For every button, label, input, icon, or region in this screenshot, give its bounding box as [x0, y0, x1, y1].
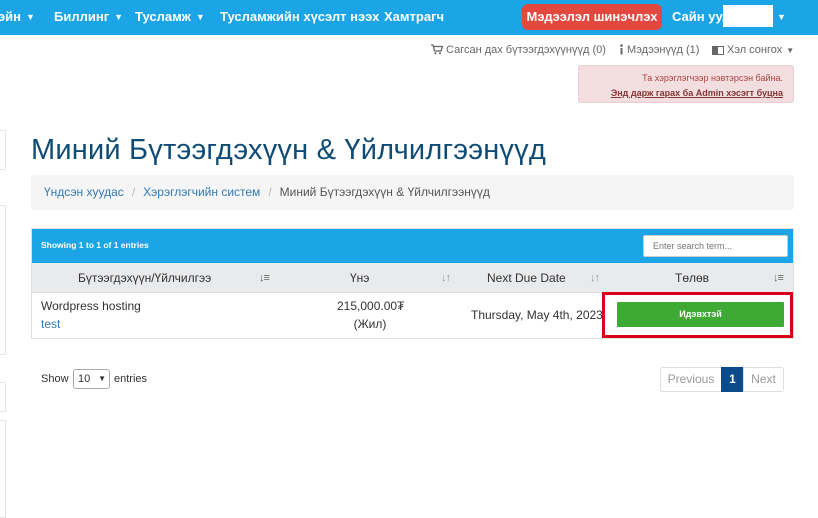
- chevron-down-icon[interactable]: ▼: [777, 0, 786, 34]
- nav-item-affiliates[interactable]: Хамтрагч: [384, 0, 444, 35]
- next-due-date: Thursday, May 4th, 2023: [471, 308, 603, 322]
- column-header-due-date[interactable]: Next Due Date: [487, 263, 566, 293]
- notifications-label: Мэдээнүүд (1): [627, 44, 700, 56]
- info-icon: [620, 44, 623, 55]
- entries-label: entries: [114, 373, 148, 385]
- column-header-product[interactable]: Бүтээгдэхүүн/Үйлчилгээ: [78, 263, 211, 293]
- product-name[interactable]: Wordpress hosting: [41, 299, 141, 313]
- column-header-status[interactable]: Төлөв: [675, 263, 709, 293]
- column-header-price[interactable]: Үнэ: [350, 263, 369, 293]
- product-domain-link[interactable]: test: [41, 317, 60, 331]
- user-greeting[interactable]: Сайн уу,: [672, 0, 725, 35]
- admin-alert: Та хэрэглэгчээр нэвтэрсэн байна. Энд дар…: [578, 65, 794, 103]
- breadcrumb-client-area[interactable]: Хэрэглэгчийн систем: [143, 185, 260, 199]
- table-toolbar: Showing 1 to 1 of 1 entries: [32, 229, 793, 263]
- sidebar-edge: [0, 130, 6, 170]
- nav-item-support[interactable]: Тусламж ▼: [135, 0, 205, 35]
- return-to-admin-link[interactable]: Энд дарж гарах ба Admin хэсэгт буцна: [579, 86, 783, 101]
- redacted-domain: [72, 314, 134, 332]
- pagination-previous[interactable]: Previous: [660, 367, 722, 392]
- show-label: Show: [41, 373, 69, 385]
- nav-item-billing[interactable]: Биллинг ▼: [54, 0, 123, 35]
- chevron-down-icon: ▼: [98, 374, 106, 383]
- chevron-down-icon: ▼: [26, 12, 35, 22]
- table-header: Бүтээгдэхүүн/Үйлчилгээ ↓≡ Үнэ ↓↑ Next Du…: [32, 263, 793, 293]
- sort-icon[interactable]: ↓↑: [441, 263, 451, 293]
- page-title: Миний Бүтээгдэхүүн & Үйлчилгээнүүд: [31, 134, 546, 166]
- breadcrumb: Үндсэн хуудас / Хэрэглэгчийн систем / Миний …: [31, 175, 794, 210]
- language-label: Хэл сонгох: [727, 44, 783, 56]
- breadcrumb-separator: /: [131, 185, 136, 199]
- language-icon: [712, 46, 724, 55]
- update-info-button[interactable]: Мэдээлэл шинэчлэх: [522, 4, 662, 30]
- chevron-down-icon: ▼: [195, 12, 205, 22]
- top-navbar: эйн ▼ Биллинг ▼ Тусламж ▼ Тусламжийн хүсэлт…: [0, 0, 818, 35]
- sort-icon[interactable]: ↓↑: [590, 263, 600, 293]
- notifications-link[interactable]: Мэдээнүүд (1): [619, 44, 699, 56]
- cart-icon: [431, 44, 444, 55]
- entries-per-page-select[interactable]: 10 ▼: [73, 369, 110, 389]
- admin-alert-message: Та хэрэглэгчээр нэвтэрсэн байна.: [642, 73, 783, 83]
- product-price: 215,000.00₮: [337, 299, 405, 313]
- sidebar-edge: [0, 420, 6, 518]
- pagination-next[interactable]: Next: [743, 367, 784, 392]
- chevron-down-icon: ▼: [114, 12, 124, 22]
- billing-cycle: (Жил): [353, 317, 387, 331]
- language-selector[interactable]: Хэл сонгох ▼: [712, 44, 794, 56]
- sort-icon[interactable]: ↓≡: [773, 263, 784, 293]
- sort-icon[interactable]: ↓≡: [259, 263, 270, 293]
- sidebar-edge: [0, 382, 6, 412]
- pagination-page-1[interactable]: 1: [721, 367, 744, 392]
- sidebar-edge: [0, 205, 6, 355]
- table-search-input[interactable]: [643, 235, 788, 257]
- cart-label: Сагсан дах бүтээгдэхүүнүүд (0): [446, 44, 606, 56]
- cart-link[interactable]: Сагсан дах бүтээгдэхүүнүүд (0): [431, 44, 606, 56]
- breadcrumb-separator: /: [268, 185, 272, 199]
- highlight-annotation: [602, 292, 793, 338]
- chevron-down-icon: ▼: [786, 46, 795, 55]
- entries-per-page-value: 10: [78, 373, 91, 385]
- nav-item-open-ticket[interactable]: Тусламжийн хүсэлт нээх: [220, 0, 379, 35]
- breadcrumb-home[interactable]: Үндсэн хуудас: [44, 185, 124, 199]
- redacted-username: [723, 5, 773, 27]
- breadcrumb-current: Миний Бүтээгдэхүүн & Үйлчилгээнүүд: [279, 185, 490, 199]
- nav-item-home[interactable]: эйн ▼: [0, 0, 35, 35]
- table-info: Showing 1 to 1 of 1 entries: [41, 240, 149, 250]
